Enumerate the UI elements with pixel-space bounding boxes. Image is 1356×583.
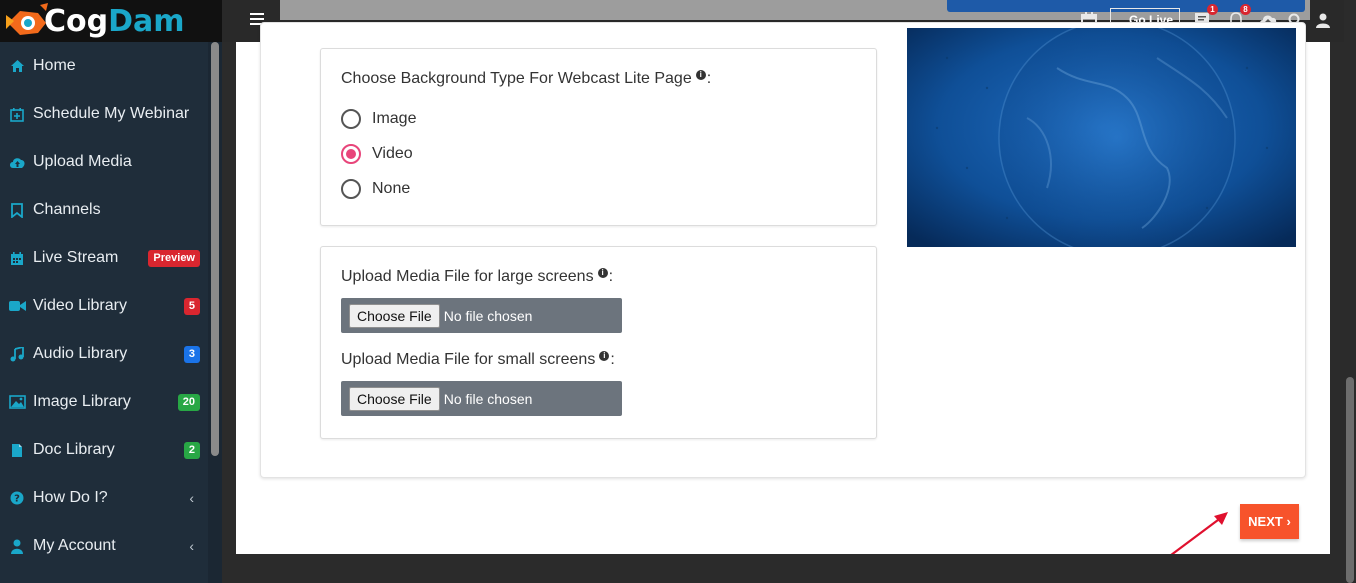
sidebar-item-channels[interactable]: Channels	[0, 186, 208, 234]
background-type-question: Choose Background Type For Webcast Lite …	[341, 70, 692, 87]
sidebar-item-how-do-i[interactable]: ? How Do I? ‹	[0, 474, 208, 522]
sidebar-item-badge: 3	[183, 345, 200, 363]
messages-count-badge: 1	[1207, 4, 1218, 15]
sidebar-item-home[interactable]: Home	[0, 42, 208, 90]
sidebar-item-live-stream[interactable]: Live Stream Preview	[0, 234, 208, 282]
main-content: Choose Background Type For Webcast Lite …	[236, 19, 1330, 554]
document-icon	[8, 441, 26, 459]
radio-video[interactable]: Video	[341, 136, 856, 171]
choose-file-small-button[interactable]: Choose File	[349, 386, 440, 411]
sidebar-item-upload-media[interactable]: Upload Media	[0, 138, 208, 186]
sidebar: CogDam Home Schedule My Webinar Upload Med…	[0, 0, 222, 583]
settings-card: Choose Background Type For Webcast Lite …	[260, 19, 1306, 478]
cogdam-fish-logo-icon	[4, 1, 50, 41]
sidebar-item-label: Schedule My Webinar	[33, 105, 190, 122]
cloud-upload-icon	[8, 153, 26, 171]
music-note-icon	[8, 345, 26, 363]
sidebar-item-badge: 20	[177, 393, 200, 411]
upload-media-panel: Upload Media File for large screens i : …	[320, 246, 877, 439]
upload-large-label: Upload Media File for large screens i :	[341, 268, 856, 286]
sidebar-item-label: My Account	[33, 537, 116, 554]
background-type-colon: :	[706, 70, 712, 87]
choose-file-large-button[interactable]: Choose File	[349, 303, 440, 328]
svg-text:?: ?	[14, 494, 20, 505]
user-icon	[8, 537, 26, 555]
notifications-count-badge: 8	[1240, 4, 1251, 15]
sidebar-item-label: Doc Library	[33, 441, 115, 458]
sidebar-item-doc-library[interactable]: Doc Library 2	[0, 426, 208, 474]
brand-name-part2: Dam	[108, 3, 185, 39]
sidebar-item-schedule-my-webinar[interactable]: Schedule My Webinar	[0, 90, 208, 138]
background-type-panel: Choose Background Type For Webcast Lite …	[320, 48, 877, 226]
sidebar-item-badge: Preview	[148, 249, 200, 267]
sidebar-item-video-library[interactable]: Video Library 5	[0, 282, 208, 330]
calendar-plus-icon	[8, 105, 26, 123]
calendar-icon	[8, 249, 26, 267]
upload-large-file-input[interactable]: Choose File No file chosen	[341, 298, 622, 333]
footer-dark-strip	[222, 554, 1344, 583]
chevron-right-icon: ›	[1286, 514, 1291, 529]
info-icon[interactable]: i	[695, 70, 706, 80]
sidebar-item-badge: 5	[183, 297, 200, 315]
sidebar-scrollbar-thumb[interactable]	[211, 42, 219, 456]
upload-large-status: No file chosen	[443, 307, 533, 324]
sidebar-item-label: Channels	[33, 201, 101, 218]
radio-none[interactable]: None	[341, 171, 856, 206]
sidebar-item-label: Image Library	[33, 393, 131, 410]
radio-video-label: Video	[372, 144, 413, 162]
user-profile-icon[interactable]	[1314, 11, 1332, 29]
upload-large-colon: :	[608, 268, 614, 285]
sidebar-item-my-account[interactable]: My Account ‹	[0, 522, 208, 570]
upload-small-status: No file chosen	[443, 390, 533, 407]
brand-name: CogDam	[44, 4, 185, 39]
radio-video-circle[interactable]	[341, 143, 361, 164]
radio-none-label: None	[372, 179, 411, 197]
upload-small-label: Upload Media File for small screens i :	[341, 351, 856, 369]
question-circle-icon: ?	[8, 489, 26, 507]
sidebar-item-label: Video Library	[33, 297, 127, 314]
info-icon[interactable]: i	[597, 268, 608, 278]
info-icon[interactable]: i	[599, 351, 610, 361]
background-video-preview	[907, 19, 1296, 257]
next-button-label: NEXT	[1248, 514, 1283, 529]
chevron-left-icon[interactable]: ‹	[189, 538, 194, 554]
brand-name-part1: Cog	[44, 3, 109, 39]
radio-image-label: Image	[372, 109, 417, 127]
upload-small-colon: :	[610, 351, 615, 368]
radio-none-circle[interactable]	[341, 178, 361, 199]
image-icon	[8, 393, 26, 411]
upload-large-text: Upload Media File for large screens	[341, 268, 594, 285]
sidebar-item-badge: 2	[183, 441, 200, 459]
bookmark-icon	[8, 201, 26, 219]
sidebar-item-label: Audio Library	[33, 345, 128, 362]
upload-small-text: Upload Media File for small screens	[341, 351, 596, 368]
page-scrollbar-thumb[interactable]	[1346, 377, 1354, 583]
sidebar-item-audio-library[interactable]: Audio Library 3	[0, 330, 208, 378]
next-button[interactable]: NEXT ›	[1240, 504, 1299, 539]
upload-small-file-input[interactable]: Choose File No file chosen	[341, 381, 622, 416]
sidebar-item-image-library[interactable]: Image Library 20	[0, 378, 208, 426]
video-camera-icon	[8, 297, 26, 315]
sidebar-item-label: How Do I?	[33, 489, 108, 506]
background-type-options: Image Video None	[341, 101, 856, 206]
brand-logo[interactable]: CogDam	[0, 0, 222, 42]
sidebar-item-label: Home	[33, 57, 76, 74]
sidebar-item-label: Upload Media	[33, 153, 132, 170]
radio-image[interactable]: Image	[341, 101, 856, 136]
sidebar-item-label: Live Stream	[33, 249, 119, 266]
background-type-label: Choose Background Type For Webcast Lite …	[341, 70, 856, 88]
page-scrollbar[interactable]	[1344, 0, 1356, 583]
home-icon	[8, 57, 26, 75]
sidebar-nav: Home Schedule My Webinar Upload Media Chann…	[0, 42, 222, 570]
radio-image-circle[interactable]	[341, 108, 361, 129]
chevron-left-icon[interactable]: ‹	[189, 490, 194, 506]
